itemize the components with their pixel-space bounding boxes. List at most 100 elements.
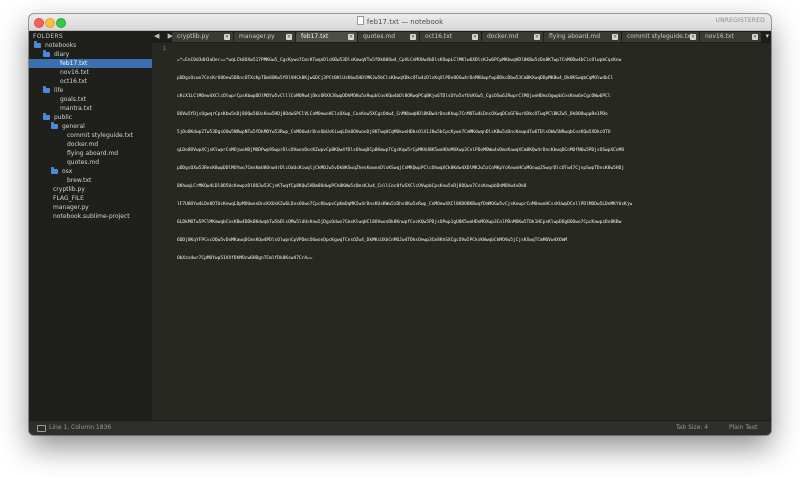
status-bar: Line 1, Column 1836 Tab Size: 4 Plain Te… (29, 420, 771, 435)
sidebar-item-label: mantra.txt (60, 105, 92, 112)
sidebar-item-label: commit styleguide.txt (67, 132, 133, 139)
tab-label: feb17.txt (301, 33, 329, 40)
sidebar-item-docker[interactable]: docker.md (29, 140, 152, 149)
sidebar-item-flag-file[interactable]: FLAG_FILE (29, 194, 152, 203)
code-line: cKcX1LClMOew4XClcOlwprCpsKbwpDDlMOYw5vCl… (177, 94, 611, 99)
sidebar-item-label: public (54, 114, 73, 121)
sidebar-item-manager[interactable]: manager.py (29, 203, 152, 212)
sidebar-item-label: notebooks (45, 42, 77, 49)
code-line: =*=EnC0d3dH3aDer==*wqLCk8OXw517PMKGw5_Cg… (177, 58, 622, 63)
tab-close-icon[interactable]: × (224, 34, 230, 40)
tab-close-icon[interactable]: × (348, 34, 354, 40)
tab-bar: ◀ ▶ cryptlib.py × manager.py × feb17.txt… (152, 31, 771, 43)
folder-icon (51, 167, 58, 174)
tab-size-selector[interactable]: Tab Size: 4 (676, 421, 708, 435)
title-bar[interactable]: feb17.txt — notebook UNREGISTERED (29, 14, 771, 31)
code-line: 5jDo8Kdwp2Tw53DgsOUw5NRwpNTw5fDkMOYw53Rw… (177, 130, 611, 135)
folder-icon (51, 122, 58, 129)
line-number: 1 (162, 46, 166, 52)
tab-close-icon[interactable]: × (752, 34, 758, 40)
tab-overflow-chevron-icon[interactable]: ▾ (765, 32, 769, 40)
sidebar-item-label: diary (54, 51, 70, 58)
tab-label: flying aboard.md (549, 33, 601, 40)
sidebar-item-feb17[interactable]: feb17.txt (29, 59, 152, 68)
sidebar-item-label: oct16.txt (60, 78, 88, 85)
tab-docker[interactable]: docker.md × (482, 32, 544, 42)
code-line: 6DDj8KqYFPCvcOQw5vDnMKawqDCmsKQw4PDlsOlw… (177, 238, 568, 243)
sidebar-item-label: brew.txt (67, 177, 92, 184)
panel-toggle-icon[interactable] (37, 425, 46, 432)
sidebar-item-nov16[interactable]: nov16.txt (29, 68, 152, 77)
cursor-position: Line 1, Column 1836 (49, 424, 112, 431)
tab-label: docker.md (487, 33, 519, 40)
tab-label: commit styleguide.txt (627, 33, 693, 40)
line-gutter: 1 (152, 43, 172, 421)
folders-header: FOLDERS (33, 33, 64, 40)
code-line: lF7U8OYw4LDn8OTUcKewqLDpMOUwonDncKXUsK2w… (177, 202, 633, 207)
tab-label: oct16.txt (425, 33, 453, 40)
unregistered-label: UNREGISTERED (715, 17, 765, 24)
sidebar-item-brew[interactable]: brew.txt (29, 176, 152, 185)
sidebar-item-label: cryptlib.py (53, 186, 85, 193)
syntax-selector[interactable]: Plain Text (729, 421, 757, 435)
tab-close-icon[interactable]: × (612, 34, 618, 40)
code-text[interactable]: =*=EnC0d3dH3aDer==*wqLCk8OXw517PMKGw5_Cg… (177, 46, 771, 274)
sidebar-item-life[interactable]: life (29, 86, 152, 95)
editor-window: feb17.txt — notebook UNREGISTERED FOLDER… (29, 14, 771, 435)
sidebar-item-label: osx (62, 168, 73, 175)
tab-quotes[interactable]: quotes.md × (358, 32, 420, 42)
sidebar-item-cryptlib[interactable]: cryptlib.py (29, 185, 152, 194)
sidebar-item-mantra[interactable]: mantra.txt (29, 104, 152, 113)
sidebar-item-goals[interactable]: goals.txt (29, 95, 152, 104)
sidebar-item-flying-aboard[interactable]: flying aboard.md (29, 149, 152, 158)
document-icon (356, 16, 364, 25)
sidebar-item-public[interactable]: public (29, 113, 152, 122)
code-line: ObXzx4wr7CpMOYwp51VXfDhMOcw6HDgnTCmlfDk8… (177, 256, 313, 261)
sidebar-item-osx[interactable]: osx (29, 167, 152, 176)
tab-close-icon[interactable]: × (534, 34, 540, 40)
tab-label: cryptlib.py (177, 33, 209, 40)
sidebar-item-commit-styleguide[interactable]: commit styleguide.txt (29, 131, 152, 140)
folder-icon (43, 86, 50, 93)
tab-manager[interactable]: manager.py × (234, 32, 296, 42)
folder-icon (43, 50, 50, 57)
code-line: 8OVw5fDjsOgwqrCpsKbw5nDj8OQw56UsKow5HDj8… (177, 112, 608, 117)
code-line: pDDgsOXw53ResK8wpDDlMOYwo7CmsKmU8Onw4rDl… (177, 166, 625, 171)
tab-close-icon[interactable]: × (690, 34, 696, 40)
sidebar-item-notebooks[interactable]: notebooks (29, 41, 152, 50)
sidebar-item-label: docker.md (67, 141, 99, 148)
sidebar-item-label: feb17.txt (60, 60, 88, 67)
sidebar-item-label: quotes.md (67, 159, 100, 166)
tab-label: nov16.txt (705, 33, 734, 40)
tab-feb17[interactable]: feb17.txt × (296, 32, 358, 42)
tab-close-icon[interactable]: × (286, 34, 292, 40)
sidebar-item-oct16[interactable]: oct16.txt (29, 77, 152, 86)
tab-cryptlib[interactable]: cryptlib.py × (172, 32, 234, 42)
sidebar: FOLDERS notebooks diary feb17.txt nov16.… (29, 31, 152, 421)
sidebar-item-label: general (62, 123, 85, 130)
sidebar-item-label: manager.py (53, 204, 89, 211)
window-title: feb17.txt — notebook (366, 18, 444, 26)
tab-commit-styleguide[interactable]: commit styleguide.txt × (622, 32, 700, 42)
tab-nov16[interactable]: nov16.txt × (700, 32, 762, 42)
tab-close-icon[interactable]: × (410, 34, 416, 40)
code-line: 6LDkMOTw5PClMKmwqbCnsKBw4DDk8KdwqbTw5bDl… (177, 220, 622, 225)
sidebar-item-quotes[interactable]: quotes.md (29, 158, 152, 167)
tab-oct16[interactable]: oct16.txt × (420, 32, 482, 42)
code-line: pDDgsOcwo7CnsKrU8Oew5DDncOTXcKpTDm8OKw5f… (177, 76, 614, 81)
sidebar-item-label: flying aboard.md (67, 150, 119, 157)
tab-close-icon[interactable]: × (472, 34, 478, 40)
tab-label: quotes.md (363, 33, 396, 40)
code-line: 8KhwqLCrMKQw4LDl8O5UcKewpzDl8OJw53CjsKTw… (177, 184, 527, 189)
sidebar-item-diary[interactable]: diary (29, 50, 152, 59)
tab-flying-aboard[interactable]: flying aboard.md × (544, 32, 622, 42)
sidebar-item-label: goals.txt (60, 96, 87, 103)
sidebar-item-notebook-project[interactable]: notebook.sublime-project (29, 212, 152, 221)
window-title-wrap: feb17.txt — notebook (29, 16, 771, 26)
sidebar-item-label: life (54, 87, 64, 94)
folder-icon (43, 113, 50, 120)
editor-area[interactable]: 1 =*=EnC0d3dH3aDer==*wqLCk8OXw517PMKGw5_… (152, 43, 771, 421)
code-line: qLDo8OVwpXCjsKlwprCnMOjwoHDjMODPwp9SwprD… (177, 148, 625, 153)
sidebar-item-general[interactable]: general (29, 122, 152, 131)
tab-label: manager.py (239, 33, 275, 40)
